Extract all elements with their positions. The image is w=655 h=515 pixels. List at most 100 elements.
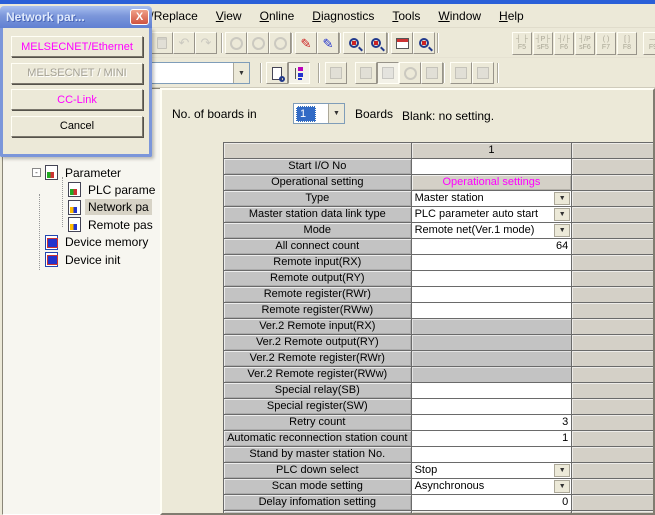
entry-data-monitor-icon — [269, 32, 291, 54]
find-zoom-next-icon[interactable] — [365, 32, 387, 54]
row-extra-cell — [572, 239, 655, 255]
tree-item-label[interactable]: Device init — [62, 252, 123, 268]
row-value-cell[interactable]: PLC parameter auto start ▼ — [412, 207, 573, 223]
menu-item-view[interactable]: View — [207, 6, 251, 26]
find-zoom-icon[interactable] — [343, 32, 365, 54]
dropdown-value[interactable]: Stop — [415, 464, 438, 476]
row-label: Mode — [224, 223, 412, 239]
row-value-cell[interactable] — [412, 303, 573, 319]
chevron-down-icon[interactable]: ▼ — [233, 63, 249, 83]
chevron-down-icon[interactable]: ▼ — [554, 192, 570, 205]
row-value-cell[interactable] — [412, 271, 573, 287]
tree-item-label[interactable]: Remote pas — [85, 217, 156, 233]
combobox-value[interactable] — [151, 63, 233, 83]
row-value-cell[interactable] — [412, 159, 573, 175]
magnifier-glyph — [419, 38, 429, 48]
melsecnet-ethernet-button[interactable]: MELSECNET/Ethernet — [11, 36, 143, 57]
toolbar-glyph — [477, 67, 489, 79]
cancel-button[interactable]: Cancel — [11, 116, 143, 137]
chevron-down-icon[interactable]: ▼ — [554, 480, 570, 493]
table-row: Scan mode settingAsynchronous▼ — [224, 479, 655, 495]
dropdown-value[interactable]: PLC parameter auto start — [415, 208, 539, 220]
row-value-cell[interactable]: Master station ▼ — [412, 191, 573, 207]
sidebar-item-device-memory[interactable]: Device memory — [32, 234, 151, 251]
row-label: Remote register(RWr) — [224, 287, 412, 303]
row-extra-cell — [572, 431, 655, 447]
menu-item-diagnostics[interactable]: Diagnostics — [303, 6, 383, 26]
melsecnet-mini-button: MELSECNET / MINI — [11, 63, 143, 84]
chevron-down-icon[interactable]: ▼ — [554, 464, 570, 477]
dropdown-value[interactable]: Remote net(Ver.1 mode) — [415, 224, 535, 236]
paste-icon — [151, 32, 173, 54]
boards-count-combobox[interactable]: 1 ▼ — [293, 103, 345, 124]
monitor-mode-icon — [225, 32, 247, 54]
find-device-globe-icon[interactable] — [413, 32, 435, 54]
boards-count-value[interactable]: 1 — [296, 106, 316, 122]
row-value-cell[interactable]: Station information — [412, 511, 573, 515]
dialog-title-bar[interactable]: Network par... X — [0, 6, 152, 28]
row-label: Ver.2 Remote register(RWw) — [224, 367, 412, 383]
menu-item-help[interactable]: Help — [490, 6, 533, 26]
table-row: Start I/O No — [224, 159, 655, 175]
fkey-button-f9: —F9 — [643, 32, 655, 55]
row-value-cell[interactable] — [412, 383, 573, 399]
row-extra-cell — [572, 511, 655, 515]
row-value-cell[interactable] — [412, 255, 573, 271]
ladder-symbol-combobox[interactable]: ▼ — [150, 62, 250, 84]
tree-item-label[interactable]: Parameter — [62, 165, 124, 181]
menu-item-online[interactable]: Online — [251, 6, 304, 26]
row-label: Automatic reconnection station count — [224, 431, 412, 447]
row-value-cell[interactable]: 0 — [412, 495, 573, 511]
toolbar-separator — [437, 33, 439, 53]
row-value-cell[interactable]: Remote net(Ver.1 mode) ▼ — [412, 223, 573, 239]
cell-value[interactable]: 3 — [562, 416, 568, 428]
boards-row: No. of boards in 1 ▼ Boards Blank: no se… — [162, 102, 653, 126]
row-value-cell[interactable]: 64 — [412, 239, 573, 255]
sidebar-item-parameter[interactable]: - Parameter — [32, 164, 124, 181]
menu-item-window[interactable]: Window — [429, 6, 490, 26]
tree-glyph — [293, 67, 306, 80]
toolbar-glyph — [360, 67, 372, 79]
row-extra-cell — [572, 351, 655, 367]
cell-value[interactable]: 1 — [562, 432, 568, 444]
comment-window-icon[interactable] — [391, 32, 413, 54]
doc-zoom-icon[interactable] — [266, 62, 288, 84]
application-window: ProjectEditFind/ReplaceViewOnlineDiagnos… — [0, 0, 655, 515]
row-extra-cell — [572, 207, 655, 223]
menu-item-tools[interactable]: Tools — [383, 6, 429, 26]
table-row: Ver.2 Remote register(RWw) — [224, 367, 655, 383]
row-value-cell[interactable]: 1 — [412, 431, 573, 447]
project-tree-icon[interactable] — [288, 62, 310, 84]
row-value-cell[interactable] — [412, 287, 573, 303]
row-value-cell[interactable]: Operational settings — [412, 175, 573, 191]
chevron-down-icon[interactable]: ▼ — [554, 208, 570, 221]
chevron-down-icon[interactable]: ▼ — [328, 104, 344, 123]
row-value-cell[interactable]: Stop ▼ — [412, 463, 573, 479]
cell-value[interactable]: 64 — [556, 240, 568, 252]
close-icon[interactable]: X — [130, 9, 149, 25]
table-row: Master station data link typePLC paramet… — [224, 207, 655, 223]
header-extra-cell — [572, 143, 655, 159]
row-value-cell[interactable]: 3 — [412, 415, 573, 431]
sidebar-item-plc-parame[interactable]: PLC parame — [68, 181, 158, 198]
dropdown-value[interactable]: Master station — [415, 192, 484, 204]
insert-write-mode-icon[interactable]: ✎ — [317, 32, 339, 54]
device-test-icon — [421, 62, 443, 84]
sidebar-item-device-init[interactable]: Device init — [32, 251, 123, 268]
row-value-cell[interactable]: Asynchronous ▼ — [412, 479, 573, 495]
chevron-down-icon[interactable]: ▼ — [554, 224, 570, 237]
toolbar-separator — [387, 33, 389, 53]
cell-value[interactable]: 0 — [562, 496, 568, 508]
dropdown-value[interactable]: Asynchronous — [415, 480, 485, 492]
tree-item-label[interactable]: Device memory — [62, 234, 151, 250]
sidebar-item-network-pa[interactable]: Network pa — [68, 199, 152, 216]
tree-item-label[interactable]: Network pa — [85, 199, 152, 215]
write-mode-icon[interactable]: ✎ — [295, 32, 317, 54]
expand-minus-icon[interactable]: - — [32, 168, 41, 177]
sidebar-item-remote-pas[interactable]: Remote pas — [68, 216, 156, 233]
tree-item-label[interactable]: PLC parame — [85, 182, 158, 198]
link-cell-text[interactable]: Operational settings — [443, 176, 541, 188]
row-value-cell[interactable] — [412, 447, 573, 463]
cc-link-button[interactable]: CC-Link — [11, 89, 143, 110]
row-value-cell[interactable] — [412, 399, 573, 415]
